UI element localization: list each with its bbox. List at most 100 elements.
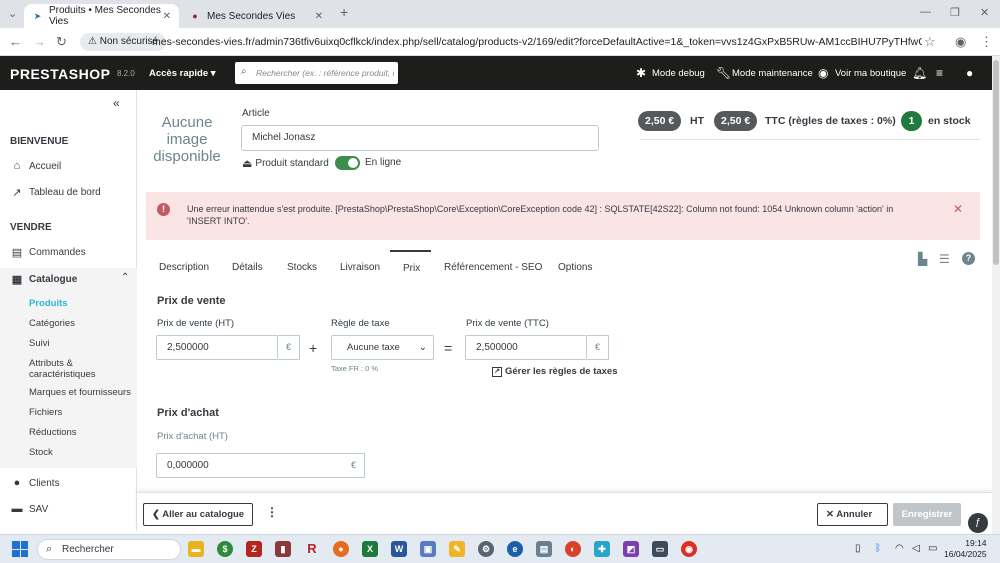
settings-gear-icon[interactable]: ⚙ [478, 541, 494, 557]
employee-avatar-icon[interactable]: ● [966, 66, 973, 80]
notifications-bell-icon[interactable]: 🔔︎ [912, 66, 927, 80]
close-alert-icon[interactable]: ✕ [953, 202, 963, 216]
r-app-icon[interactable]: R [304, 541, 320, 557]
url-field[interactable]: mes-secondes-vies.fr/admin736tfiv6uixq0c… [152, 36, 922, 48]
sidebar-subitem-products[interactable]: Produits [29, 298, 68, 309]
excel-icon[interactable]: X [362, 541, 378, 557]
prestashop-logo[interactable]: PRESTASHOP [10, 66, 110, 82]
sidebar-item-home[interactable]: ⌂ Accueil [10, 160, 62, 172]
admin-search-input[interactable]: ⌕ Rechercher (ex. : référence produit, n… [235, 62, 398, 84]
purchase-price-input[interactable]: 0,000000 [156, 453, 344, 478]
browser-tab-shop[interactable]: ● Mes Secondes Vies ✕ [181, 4, 331, 28]
no-image-placeholder[interactable]: Aucune image disponible [148, 114, 226, 165]
tab-pricing[interactable]: Prix [403, 263, 420, 274]
back-to-catalog-button[interactable]: ❮ Aller au catalogue [143, 503, 253, 526]
chevron-up-icon[interactable]: ⌃ [121, 272, 129, 283]
sidebar-subitem-categories[interactable]: Catégories [29, 318, 75, 329]
price-ttc-input[interactable]: 2,500000 [465, 335, 587, 360]
sidebar-item-orders[interactable]: ▤ Commandes [10, 246, 86, 259]
inbox-icon: ▤ [11, 247, 23, 259]
scrollbar-thumb[interactable] [993, 60, 999, 265]
help-icon[interactable]: ? [962, 252, 975, 265]
tool-app-icon[interactable]: ✚ [594, 541, 610, 557]
save-button[interactable]: Enregistrer [893, 503, 961, 526]
windows-start-icon[interactable] [12, 541, 28, 557]
minimize-icon[interactable]: — [920, 6, 931, 18]
sidebar-item-sav[interactable]: ▬ SAV [10, 503, 49, 515]
back-icon[interactable]: ← [9, 34, 22, 49]
product-type-selector[interactable]: ⏏ Produit standard [242, 157, 329, 170]
close-tab-icon[interactable]: ✕ [315, 11, 323, 22]
tab-options[interactable]: Options [558, 262, 592, 273]
sidebar-item-clients[interactable]: ● Clients [10, 477, 60, 489]
cancel-button[interactable]: ✕ Annuler [817, 503, 888, 526]
chat-app-icon[interactable]: ◐ [565, 541, 581, 557]
list-icon[interactable]: ☰ [939, 252, 950, 266]
sidebar-item-dashboard[interactable]: ↗ Tableau de bord [10, 186, 100, 199]
bookmark-star-icon[interactable]: ☆ [924, 34, 936, 50]
sidebar-item-catalog[interactable]: ▦ Catalogue [10, 273, 78, 286]
tab-description[interactable]: Description [159, 262, 209, 273]
sidebar-subitem-brands[interactable]: Marques et fournisseurs [29, 387, 131, 398]
taskbar-search[interactable]: ⌕ Rechercher [37, 539, 181, 560]
edge-icon[interactable]: e [507, 541, 523, 557]
manage-tax-rules-link[interactable]: ↗ Gérer les règles de taxes [492, 366, 618, 377]
sidebar-subitem-discounts[interactable]: Réductions [29, 427, 77, 438]
section-sell: VENDRE [10, 222, 52, 233]
profile-icon[interactable]: ◉ [955, 34, 966, 50]
tab-shipping[interactable]: Livraison [340, 262, 380, 273]
quick-access-menu[interactable]: Accès rapide ▾ [149, 68, 216, 79]
tab-seo[interactable]: Référencement - SEO [444, 262, 542, 273]
eye-icon: ◉ [818, 66, 829, 80]
power-icon[interactable]: ▭ [928, 543, 937, 554]
price-ht-input[interactable]: 2,500000 [156, 335, 278, 360]
stats-chart-icon[interactable]: ▙ [918, 252, 927, 266]
bluetooth-icon[interactable]: ᛒ [875, 543, 881, 554]
search-icon: ⌕ [241, 66, 247, 77]
more-actions-icon[interactable]: ⋮ [266, 505, 278, 519]
tab-details[interactable]: Détails [232, 262, 263, 273]
monitor-app-icon[interactable]: ▭ [652, 541, 668, 557]
new-tab-icon[interactable]: + [340, 4, 348, 20]
sticky-app-icon[interactable]: ✎ [449, 541, 465, 557]
collapse-sidebar-icon[interactable]: « [113, 96, 120, 110]
tab-stocks[interactable]: Stocks [287, 262, 317, 273]
tab-list-icon[interactable]: ⌄ [8, 7, 17, 20]
sidebar-subitem-tracking[interactable]: Suivi [29, 338, 50, 349]
debug-mode-link[interactable]: Mode debug [652, 68, 705, 79]
filezilla-icon[interactable]: Z [246, 541, 262, 557]
color-app-icon[interactable]: ◩ [623, 541, 639, 557]
book-app-icon[interactable]: ▮ [275, 541, 291, 557]
reload-icon[interactable]: ↻ [56, 34, 67, 50]
battery-icon[interactable]: ▯ [855, 543, 861, 554]
forward-icon[interactable]: → [33, 34, 46, 49]
symfony-icon[interactable]: ƒ [968, 513, 988, 533]
image-viewer-icon[interactable]: ▣ [420, 541, 436, 557]
chrome-icon[interactable]: ◉ [681, 541, 697, 557]
volume-icon[interactable]: ◁ [912, 543, 920, 554]
section-welcome: BIENVENUE [10, 136, 69, 147]
system-clock[interactable]: 19:14 16/04/2025 [944, 538, 987, 560]
menu-kebab-icon[interactable]: ⋮ [980, 34, 993, 50]
sidebar-subitem-attributes[interactable]: Attributs & caractéristiques [29, 358, 129, 380]
online-toggle[interactable] [335, 156, 360, 170]
file-explorer-icon[interactable]: ▬ [188, 541, 204, 557]
sidebar-subitem-stock[interactable]: Stock [29, 447, 53, 458]
wifi-icon[interactable]: ◠ [895, 543, 904, 554]
view-shop-link[interactable]: Voir ma boutique [835, 68, 906, 79]
firefox-icon[interactable]: ● [333, 541, 349, 557]
close-tab-icon[interactable]: ✕ [163, 11, 171, 22]
tax-rule-select[interactable]: Aucune taxe ⌄ [331, 335, 434, 360]
money-app-icon[interactable]: $ [217, 541, 233, 557]
error-alert: ! Une erreur inattendue s'est produite. … [146, 192, 980, 240]
orders-list-icon[interactable]: ≡ [936, 66, 943, 80]
close-window-icon[interactable]: ✕ [980, 6, 989, 19]
word-icon[interactable]: W [391, 541, 407, 557]
maintenance-mode-link[interactable]: Mode maintenance [732, 68, 813, 79]
restore-icon[interactable]: ❐ [950, 6, 960, 19]
browser-tab-products[interactable]: ➤ Produits • Mes Secondes Vies ✕ [24, 4, 179, 28]
online-label: En ligne [365, 157, 402, 168]
scanner-icon[interactable]: ▤ [536, 541, 552, 557]
sidebar-subitem-files[interactable]: Fichiers [29, 407, 62, 418]
product-name-input[interactable]: Michel Jonasz [241, 125, 599, 151]
